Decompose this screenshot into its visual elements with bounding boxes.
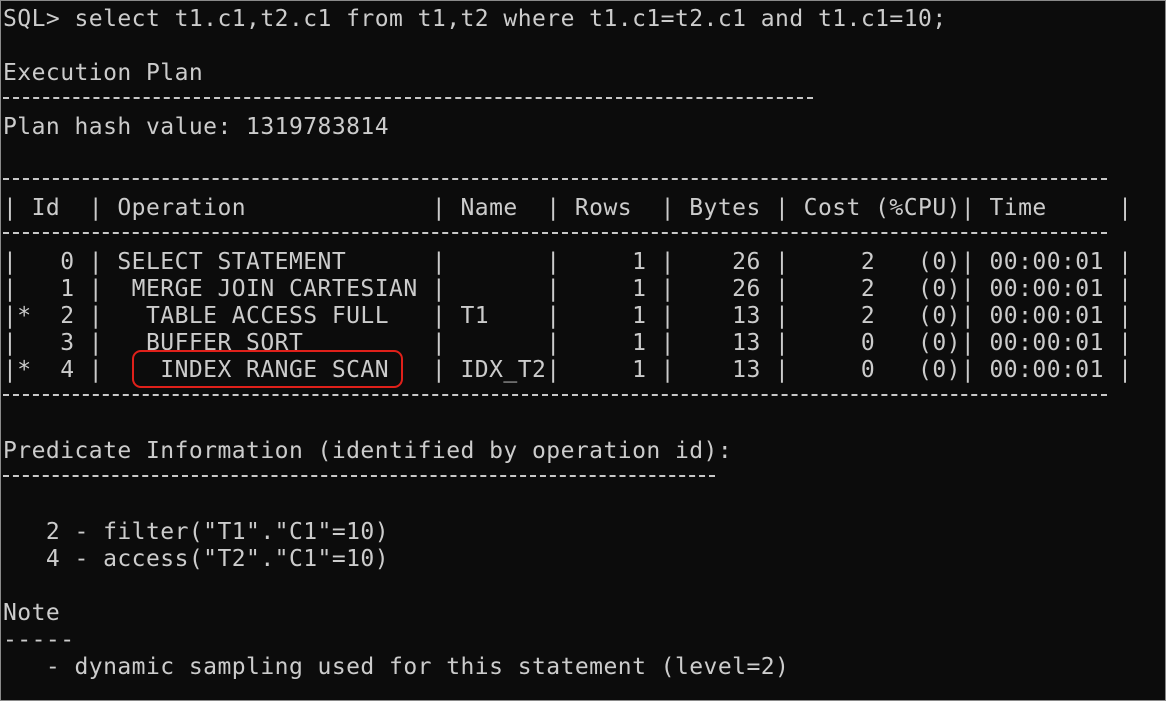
- plan-table-header: | Id | Operation | Name | Rows | Bytes |…: [3, 195, 1133, 221]
- terminal-window[interactable]: SQL> select t1.c1,t2.c1 from t1,t2 where…: [0, 0, 1166, 701]
- note-dashes: -----: [3, 627, 75, 653]
- plan-table-row: | 0 | SELECT STATEMENT | | 1 | 26 | 2 (0…: [3, 249, 1133, 275]
- table-top-border: [3, 178, 1107, 180]
- index-range-scan-highlight: [132, 350, 403, 388]
- plan-hash-value: Plan hash value: 1319783814: [3, 114, 390, 140]
- table-bottom-border: [3, 394, 1107, 396]
- sql-command-line: SQL> select t1.c1,t2.c1 from t1,t2 where…: [3, 6, 947, 32]
- note-text: - dynamic sampling used for this stateme…: [3, 654, 790, 680]
- plan-title-separator: [3, 97, 813, 99]
- execution-plan-title: Execution Plan: [3, 60, 204, 86]
- predicate-info-title: Predicate Information (identified by ope…: [3, 438, 733, 464]
- plan-table-row: |* 2 | TABLE ACCESS FULL | T1 | 1 | 13 |…: [3, 303, 1133, 329]
- plan-table-row: | 1 | MERGE JOIN CARTESIAN | | 1 | 26 | …: [3, 276, 1133, 302]
- predicate-line: 2 - filter("T1"."C1"=10): [3, 519, 390, 545]
- predicate-line: 4 - access("T2"."C1"=10): [3, 546, 390, 572]
- table-header-separator: [3, 232, 1107, 234]
- note-title: Note: [3, 600, 61, 626]
- predicate-title-separator: [3, 475, 715, 477]
